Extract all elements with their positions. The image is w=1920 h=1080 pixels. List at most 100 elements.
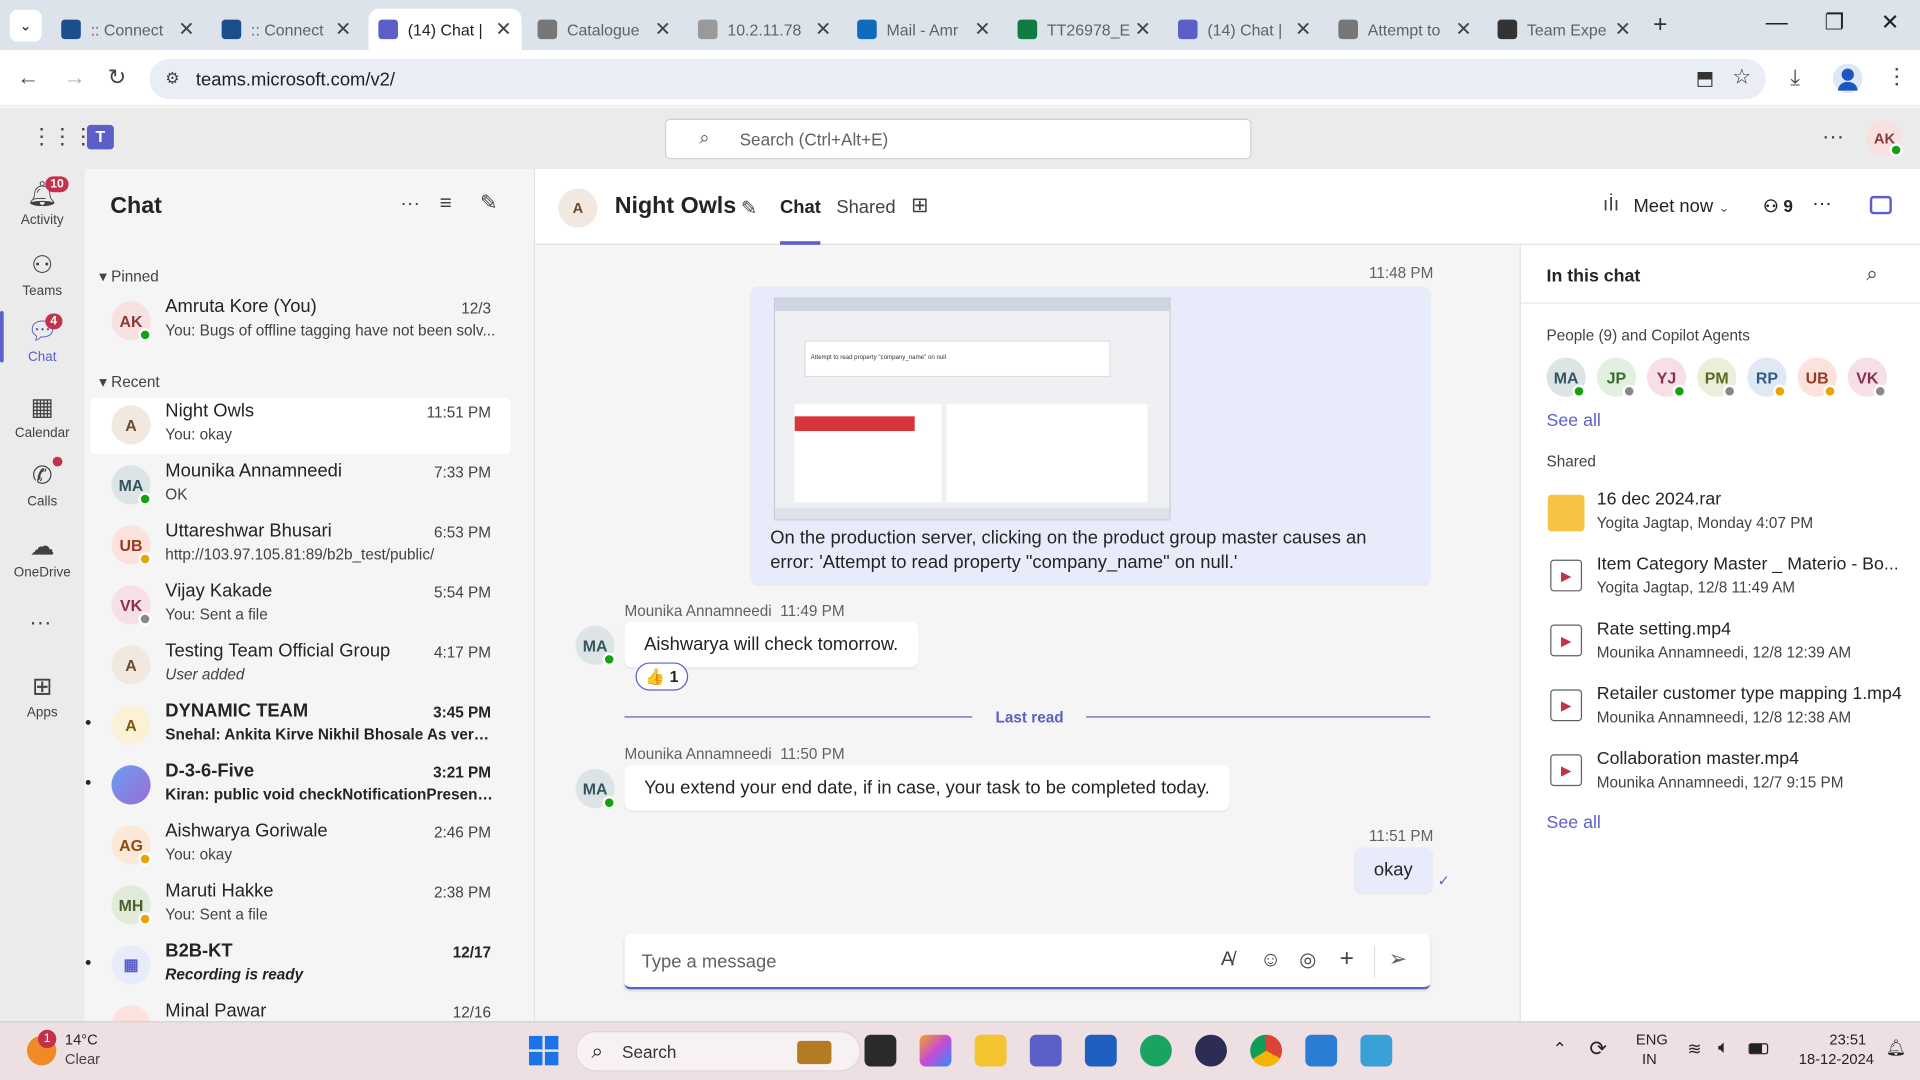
- browser-tab[interactable]: TT26978_E ✕: [1008, 9, 1161, 51]
- close-window-icon[interactable]: ✕: [1881, 10, 1899, 36]
- browser-tab[interactable]: :: Connect ✕: [212, 9, 361, 51]
- new-chat-icon[interactable]: ✎: [480, 191, 497, 215]
- weather-temp[interactable]: 14°C: [65, 1031, 98, 1048]
- site-settings-icon[interactable]: ⚙: [165, 69, 179, 89]
- minimize-icon[interactable]: —: [1766, 10, 1788, 36]
- back-arrow-icon[interactable]: ←: [17, 65, 39, 91]
- message-bubble[interactable]: You extend your end date, if in case, yo…: [624, 765, 1230, 811]
- see-all-shared-link[interactable]: See all: [1547, 813, 1601, 833]
- rail-chat[interactable]: 💬︎ Chat 4: [0, 311, 84, 365]
- profile-avatar-icon[interactable]: [1833, 63, 1863, 94]
- more-options-icon[interactable]: ···: [1822, 124, 1844, 150]
- task-view-icon[interactable]: [864, 1034, 897, 1067]
- omnibox[interactable]: ⚙ teams.microsoft.com/v2/ ⬒ ☆: [149, 58, 1766, 100]
- copilot-icon[interactable]: [919, 1034, 952, 1067]
- close-tab-icon[interactable]: ✕: [178, 17, 194, 41]
- chat-list-item[interactable]: UB Uttareshwar Bhusari http://103.97.105.8…: [91, 518, 511, 574]
- chat-list-item[interactable]: MA Mounika Annamneedi OK 7:33 PM: [91, 458, 511, 514]
- conversation-title[interactable]: Night Owls: [615, 193, 737, 220]
- more-options-icon[interactable]: ···: [1812, 193, 1832, 215]
- shared-file-item[interactable]: ▶ Item Category Master _ Materio - Bo... Y…: [1548, 555, 1915, 614]
- search-box[interactable]: ⌕ Search (Ctrl+Alt+E): [664, 118, 1252, 160]
- chevron-up-icon[interactable]: ⌃: [1553, 1038, 1567, 1059]
- browser-tab[interactable]: (14) Chat | ✕: [368, 8, 522, 51]
- windows-start-icon[interactable]: [528, 1035, 559, 1066]
- chat-list-item[interactable]: ▦ B2B-KT Recording is ready 12/17: [85, 938, 511, 994]
- battery-icon[interactable]: [1748, 1043, 1769, 1055]
- chat-list-item[interactable]: AG Aishwarya Goriwale You: okay 2:46 PM: [91, 818, 511, 874]
- side-panel-toggle-icon[interactable]: [1869, 195, 1892, 215]
- emoji-icon[interactable]: ☺: [1260, 948, 1281, 972]
- file-explorer-icon[interactable]: [974, 1034, 1007, 1067]
- format-icon[interactable]: A̸: [1221, 949, 1234, 971]
- reaction-pill[interactable]: 👍 1: [635, 662, 689, 691]
- clock-time[interactable]: 23:51: [1829, 1031, 1866, 1048]
- rail-apps[interactable]: ⊞ Apps: [0, 671, 84, 720]
- browser-tab[interactable]: 10.2.11.78 ✕: [688, 9, 841, 51]
- notification-bell-icon[interactable]: 🔔︎: [1886, 1038, 1906, 1058]
- pinned-section-header[interactable]: ▾ Pinned: [99, 267, 159, 285]
- see-all-people-link[interactable]: See all: [1547, 411, 1601, 431]
- browser-tab[interactable]: Attempt to ✕: [1329, 9, 1482, 51]
- browser-tab[interactable]: (14) Chat | ✕: [1168, 9, 1321, 51]
- lang-eng[interactable]: ENG: [1636, 1031, 1668, 1048]
- edit-pencil-icon[interactable]: ✎: [741, 196, 757, 220]
- wifi-icon[interactable]: ≋: [1687, 1038, 1701, 1059]
- chat-list-item[interactable]: A Night Owls You: okay 11:51 PM: [90, 397, 511, 455]
- bookmark-star-icon[interactable]: ☆: [1732, 65, 1751, 89]
- url-text[interactable]: teams.microsoft.com/v2/: [196, 70, 395, 91]
- chat-list-item[interactable]: MH Maruti Hakke You: Sent a file 2:38 PM: [91, 878, 511, 934]
- eclipse-icon[interactable]: [1195, 1034, 1227, 1067]
- edge-icon[interactable]: [1140, 1034, 1172, 1067]
- more-options-icon[interactable]: ···: [400, 193, 420, 215]
- send-icon[interactable]: ➢: [1389, 947, 1407, 973]
- shared-file-item[interactable]: ▶ Collaboration master.mp4 Mounika Annamne…: [1548, 749, 1915, 808]
- shared-file-item[interactable]: ▶ Retailer customer type mapping 1.mp4 Mou…: [1548, 684, 1915, 743]
- my-message-bubble[interactable]: okay: [1354, 847, 1433, 893]
- loop-icon[interactable]: ◎: [1299, 948, 1316, 972]
- participants-button[interactable]: ⚇ 9: [1763, 196, 1793, 217]
- word-icon[interactable]: [1305, 1034, 1338, 1067]
- chat-list-item[interactable]: A Testing Team Official Group User added 4:…: [91, 638, 511, 694]
- rail-calls[interactable]: ✆ Calls: [0, 460, 84, 510]
- browser-tab[interactable]: Mail - Amr ✕: [847, 9, 1000, 51]
- forward-arrow-icon[interactable]: →: [64, 65, 86, 91]
- tab-search-chevron-icon[interactable]: ⌄: [9, 9, 42, 42]
- add-attachment-icon[interactable]: +: [1340, 945, 1354, 973]
- browser-tab[interactable]: Team Expe ✕: [1488, 9, 1641, 51]
- add-tab-icon[interactable]: ⊞: [911, 193, 928, 217]
- more-apps-icon[interactable]: ···: [29, 610, 51, 636]
- compose-box[interactable]: Type a message A̸ ☺ ◎ + ➢: [624, 934, 1431, 990]
- teams-taskbar-icon[interactable]: [1029, 1034, 1062, 1067]
- restore-icon[interactable]: ❐: [1825, 10, 1845, 36]
- taskbar-search-box[interactable]: ⌕ Search: [575, 1031, 861, 1072]
- notepad-icon[interactable]: [1360, 1034, 1393, 1067]
- tab-chat[interactable]: Chat: [780, 197, 821, 245]
- close-tab-icon[interactable]: ✕: [1615, 17, 1631, 41]
- close-tab-icon[interactable]: ✕: [974, 17, 990, 41]
- rail-calendar[interactable]: ▦ Calendar: [0, 392, 84, 441]
- chat-list-item[interactable]: Minal Pawar 12/16: [91, 998, 511, 1022]
- close-tab-icon[interactable]: ✕: [495, 17, 511, 41]
- install-app-icon[interactable]: ⬒: [1696, 66, 1715, 90]
- my-message-with-image[interactable]: Attempt to read property "company_name" …: [750, 286, 1431, 585]
- volume-icon[interactable]: 🔈︎: [1718, 1037, 1729, 1058]
- search-icon[interactable]: ⌕: [1866, 262, 1878, 286]
- tab-shared[interactable]: Shared: [836, 197, 895, 218]
- meet-now-button[interactable]: Meet now ⌄: [1633, 196, 1729, 217]
- chat-list-item[interactable]: D-3-6-Five Kiran: public void checkNotifi…: [85, 758, 511, 814]
- shared-file-item[interactable]: 16 dec 2024.rar Yogita Jagtap, Monday 4:0…: [1547, 490, 1915, 549]
- download-icon[interactable]: ⤓: [1790, 65, 1800, 91]
- close-tab-icon[interactable]: ✕: [335, 17, 351, 41]
- shared-file-item[interactable]: ▶ Rate setting.mp4 Mounika Annamneedi, 12/…: [1548, 620, 1915, 679]
- close-tab-icon[interactable]: ✕: [815, 17, 831, 41]
- sync-icon[interactable]: ⟳: [1589, 1037, 1606, 1061]
- browser-tab[interactable]: Catalogue ✕: [528, 9, 681, 51]
- reload-icon[interactable]: ↻: [108, 65, 126, 91]
- filter-icon[interactable]: ≡: [440, 191, 452, 215]
- chat-list-item[interactable]: VK Vijay Kakade You: Sent a file 5:54 PM: [91, 578, 511, 634]
- app-launcher-icon[interactable]: ⋮⋮⋮: [31, 124, 95, 150]
- chat-list-item[interactable]: A DYNAMIC TEAM Snehal: Ankita Kirve Nikhil…: [85, 698, 511, 754]
- chat-list-item[interactable]: AK Amruta Kore (You) You: Bugs of offline …: [91, 294, 511, 350]
- close-tab-icon[interactable]: ✕: [655, 17, 671, 41]
